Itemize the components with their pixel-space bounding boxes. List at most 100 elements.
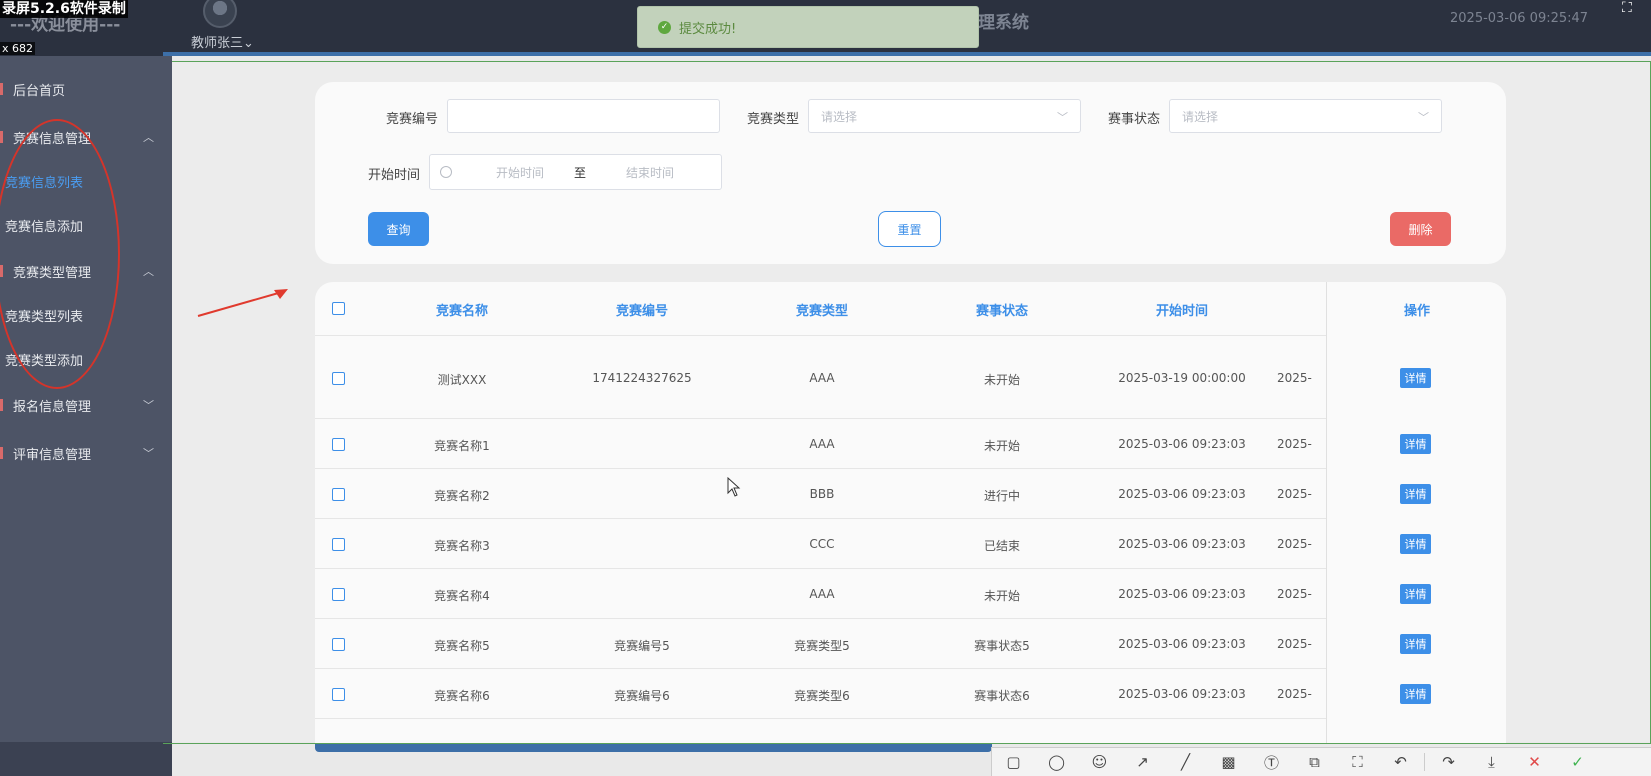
- ellipse-icon[interactable]: ◯: [1035, 748, 1078, 776]
- avatar[interactable]: [203, 0, 237, 28]
- cell-status: 赛事状态5: [974, 639, 1030, 653]
- sidebar-item-type-add[interactable]: 竞赛类型添加: [0, 344, 172, 374]
- cell-type: CCC: [809, 537, 835, 551]
- sidebar-item-home[interactable]: 后台首页: [0, 74, 172, 104]
- pen-icon[interactable]: ╱: [1164, 748, 1207, 776]
- emoji-icon[interactable]: ☺: [1078, 748, 1121, 776]
- code-input[interactable]: [447, 99, 720, 133]
- cell-status: 未开始: [983, 439, 1020, 453]
- cell-status: 未开始: [983, 373, 1020, 387]
- cell-end-time: 2025-: [1277, 371, 1312, 385]
- sidebar-item-competition-list[interactable]: 竞赛信息列表: [0, 166, 172, 196]
- menu-label: 评审信息管理: [13, 447, 92, 463]
- cell-status: 赛事状态6: [974, 689, 1030, 703]
- end-time-input[interactable]: 结束时间: [626, 164, 674, 181]
- row-checkbox[interactable]: [332, 488, 345, 501]
- detail-button[interactable]: 详情: [1400, 534, 1431, 554]
- toast-message: 提交成功!: [679, 21, 737, 37]
- pin-icon[interactable]: ⧉: [1293, 748, 1336, 776]
- confirm-icon[interactable]: ✓: [1556, 748, 1599, 776]
- cell-code: 1741224327625: [592, 371, 692, 385]
- chevron-down-icon: ⌄: [243, 36, 254, 51]
- sidebar-item-competition-add[interactable]: 竞赛信息添加: [0, 210, 172, 240]
- delete-button[interactable]: 删除: [1390, 212, 1451, 246]
- cell-type: 竞赛类型6: [794, 689, 850, 703]
- select-all-checkbox[interactable]: [332, 302, 345, 315]
- redo-icon[interactable]: ↷: [1427, 748, 1470, 776]
- reset-button[interactable]: 重置: [878, 211, 941, 247]
- cell-type: 竞赛类型5: [794, 639, 850, 653]
- sidebar-item-type-list[interactable]: 竞赛类型列表: [0, 300, 172, 330]
- menu-label: 竞赛信息管理: [13, 131, 92, 147]
- header-actions: 操作: [1403, 304, 1430, 319]
- detail-button[interactable]: 详情: [1400, 484, 1431, 504]
- success-toast: ✓ 提交成功!: [637, 6, 979, 48]
- text-icon[interactable]: Ⓣ: [1250, 748, 1293, 776]
- cell-start: 2025-03-19 00:00:00: [1118, 371, 1246, 385]
- datetime: 2025-03-06 09:25:47: [1450, 11, 1589, 26]
- menu-marker: [0, 447, 3, 459]
- header-start-time[interactable]: 开始时间: [1107, 300, 1257, 319]
- arrow-icon[interactable]: ↗: [1121, 748, 1164, 776]
- row-checkbox[interactable]: [332, 538, 345, 551]
- detail-button[interactable]: 详情: [1400, 368, 1431, 388]
- sidebar-group-competition-type[interactable]: 竞赛类型管理 ︿: [0, 256, 172, 286]
- menu-marker: [0, 131, 3, 143]
- rectangle-icon[interactable]: ▢: [992, 748, 1035, 776]
- type-select[interactable]: 请选择 ﹀: [808, 99, 1081, 133]
- row-checkbox[interactable]: [332, 638, 345, 651]
- cancel-icon[interactable]: ✕: [1513, 748, 1556, 776]
- menu-label: 竞赛类型列表: [5, 309, 84, 325]
- date-range-picker[interactable]: 开始时间 至 结束时间: [429, 154, 722, 190]
- cell-name: 竞赛名称1: [434, 439, 490, 453]
- header-code[interactable]: 竞赛编号: [567, 300, 717, 319]
- status-select[interactable]: 请选择 ﹀: [1169, 99, 1442, 133]
- detail-button[interactable]: 详情: [1400, 684, 1431, 704]
- chevron-down-icon: ﹀: [1418, 111, 1429, 124]
- row-checkbox[interactable]: [332, 688, 345, 701]
- annotation-arrow: [197, 289, 288, 317]
- chevron-down-icon: ﹀: [143, 447, 154, 460]
- detail-button[interactable]: 详情: [1400, 584, 1431, 604]
- toolbar-divider: [1424, 753, 1425, 771]
- cell-name: 竞赛名称6: [434, 689, 490, 703]
- system-title: 理系统: [978, 13, 1029, 33]
- detail-button[interactable]: 详情: [1400, 634, 1431, 654]
- cell-type: AAA: [809, 371, 835, 385]
- ocr-icon[interactable]: ⛶: [1336, 748, 1379, 776]
- header-type[interactable]: 竞赛类型: [747, 300, 897, 319]
- competition-table: 竞赛名称 竞赛编号 竞赛类型 赛事状态 开始时间 测试XXX 1741224327…: [315, 282, 1506, 744]
- detail-button[interactable]: 详情: [1400, 434, 1431, 454]
- type-placeholder: 请选择: [821, 109, 858, 124]
- row-checkbox[interactable]: [332, 588, 345, 601]
- cell-end-time: 2025-: [1277, 537, 1312, 551]
- code-label: 竞赛编号: [386, 112, 439, 127]
- status-label: 赛事状态: [1108, 112, 1161, 127]
- start-time-input[interactable]: 开始时间: [496, 164, 544, 181]
- header-name[interactable]: 竞赛名称: [387, 300, 537, 319]
- cell-start: 2025-03-06 09:23:03: [1118, 687, 1246, 701]
- user-name: 教师张三: [191, 36, 244, 51]
- clock-icon: [440, 166, 452, 178]
- row-checkbox[interactable]: [332, 372, 345, 385]
- cell-status: 已结束: [983, 539, 1020, 553]
- sidebar-group-review[interactable]: 评审信息管理 ﹀: [0, 438, 172, 468]
- row-checkbox[interactable]: [332, 438, 345, 451]
- mouse-cursor-icon: [727, 477, 741, 497]
- status-placeholder: 请选择: [1182, 109, 1219, 124]
- sidebar-group-registration[interactable]: 报名信息管理 ﹀: [0, 390, 172, 420]
- check-circle-icon: ✓: [658, 20, 671, 34]
- cell-status: 未开始: [983, 589, 1020, 603]
- save-icon[interactable]: ⤓: [1470, 748, 1513, 776]
- user-menu[interactable]: 教师张三⌄: [191, 32, 254, 51]
- header-status[interactable]: 赛事状态: [927, 300, 1077, 319]
- sidebar: 后台首页 竞赛信息管理 ︿ 竞赛信息列表 竞赛信息添加 竞赛类型管理 ︿ 竞赛类型列…: [0, 56, 172, 742]
- query-button[interactable]: 查询: [368, 212, 429, 246]
- cell-name: 竞赛名称3: [434, 539, 490, 553]
- expand-icon[interactable]: ⛶: [1622, 0, 1632, 16]
- menu-label: 后台首页: [13, 83, 66, 99]
- recorder-dims: x 682: [0, 42, 36, 55]
- undo-icon[interactable]: ↶: [1379, 748, 1422, 776]
- mosaic-icon[interactable]: ▩: [1207, 748, 1250, 776]
- sidebar-group-competition-info[interactable]: 竞赛信息管理 ︿: [0, 122, 172, 152]
